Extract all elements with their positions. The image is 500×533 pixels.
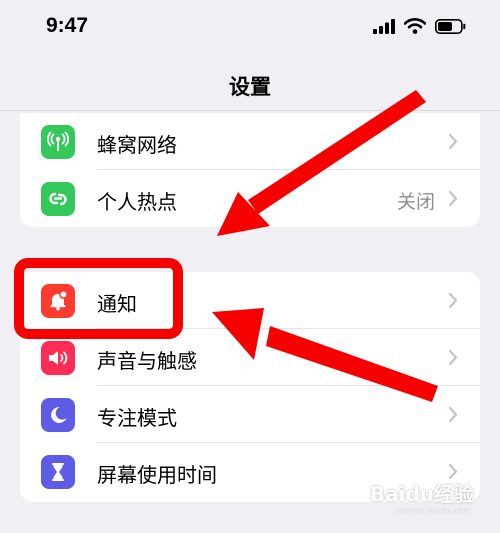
hotspot-icon [41, 182, 75, 216]
wifi-icon [404, 18, 426, 34]
cellular-signal-icon [373, 18, 395, 34]
status-bar: 9:47 [0, 0, 500, 58]
antenna-icon [41, 125, 75, 159]
page-title: 设置 [229, 75, 271, 99]
chevron-right-icon [448, 133, 458, 150]
chevron-right-icon [448, 349, 458, 366]
hourglass-icon [41, 455, 75, 489]
nav-separator [0, 110, 500, 111]
highlight-box [14, 258, 183, 339]
settings-group-network: 蜂窝网络 个人热点 关闭 [20, 113, 480, 227]
moon-icon [41, 398, 75, 432]
watermark: Baidu经验 [369, 482, 474, 506]
status-time: 9:47 [46, 14, 89, 37]
battery-icon [435, 18, 466, 34]
chevron-right-icon [448, 406, 458, 423]
watermark-url: jingyan.baidu.com [396, 506, 470, 515]
speaker-icon [41, 341, 75, 375]
settings-row-label: 专注模式 [97, 406, 177, 430]
hotspot-status-value: 关闭 [396, 191, 435, 213]
settings-row-hotspot[interactable]: 个人热点 关闭 [20, 170, 480, 227]
settings-row-label: 蜂窝网络 [97, 133, 177, 157]
settings-row-label: 个人热点 [97, 190, 177, 214]
settings-row-cellular[interactable]: 蜂窝网络 [20, 113, 480, 170]
settings-row-focus[interactable]: 专注模式 [20, 386, 480, 443]
status-icons [373, 18, 466, 34]
settings-row-label: 屏幕使用时间 [97, 463, 217, 487]
chevron-right-icon [448, 190, 458, 207]
settings-row-label: 声音与触感 [97, 349, 197, 373]
chevron-right-icon [448, 292, 458, 309]
